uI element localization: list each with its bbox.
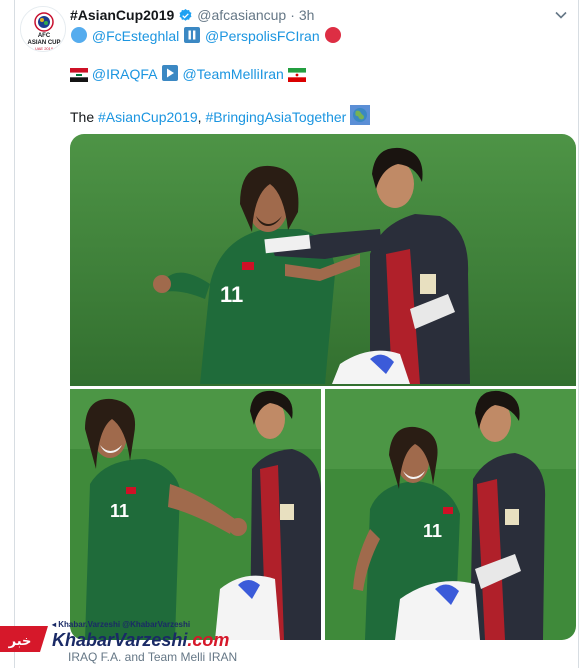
display-name[interactable]: #AsianCup2019 xyxy=(70,7,174,23)
tweet-text-line-1: @FcEsteghlal @PerspolisFCIran xyxy=(70,26,342,45)
mention-perspolis[interactable]: @PerspolisFCIran xyxy=(205,28,320,44)
image-caption: IRAQ F.A. and Team Melli IRAN xyxy=(68,650,238,664)
mention-iraqfa[interactable]: @IRAQFA xyxy=(92,66,157,82)
photo-1-image: 11 xyxy=(70,134,576,386)
avatar-text-afc: AFC xyxy=(38,33,51,39)
photo-players-embracing-right[interactable]: 11 xyxy=(325,389,576,640)
verified-badge-icon xyxy=(179,8,192,21)
mention-team-melli[interactable]: @TeamMelliIran xyxy=(182,66,283,82)
pause-button-emoji xyxy=(184,27,201,43)
photo-players-celebrating-wide[interactable]: 11 xyxy=(70,134,576,386)
watermark-badge-text: خبر xyxy=(8,634,32,649)
play-button-emoji xyxy=(161,65,178,81)
khabarvarzeshi-logo-icon: خبر xyxy=(0,626,48,652)
watermark-brand-name: KhabarVarzeshi xyxy=(52,630,188,650)
watermark-brand-domain: .com xyxy=(187,630,230,650)
hashtag-asiancup2019[interactable]: #AsianCup2019 xyxy=(98,109,198,125)
header-separator: · xyxy=(290,7,295,23)
photo-3-image: 11 xyxy=(325,389,576,640)
iran-flag-emoji xyxy=(287,68,306,82)
tweet-media-grid[interactable]: 11 11 11 xyxy=(70,134,576,640)
photo-2-jersey-number: 11 xyxy=(110,501,129,521)
user-handle[interactable]: @afcasiancup xyxy=(197,7,286,23)
tweet-text-line-3: The #AsianCup2019, #BringingAsiaTogether xyxy=(70,105,371,126)
photo-2-image: 11 xyxy=(70,389,321,640)
photo-players-celebrating-left[interactable]: 11 xyxy=(70,389,321,640)
blue-circle-emoji xyxy=(71,27,87,43)
iraq-flag-emoji xyxy=(70,68,88,82)
watermark-brand: KhabarVarzeshi.com xyxy=(52,630,229,651)
text-prefix: The xyxy=(70,109,99,125)
tweet-timestamp[interactable]: 3h xyxy=(299,7,315,23)
watermark-social-line: ◂ Khabar.Varzeshi @KhabarVarzeshi xyxy=(52,620,191,629)
avatar-text-year: UAE 2019 xyxy=(35,46,54,51)
photo-1-jersey-number: 11 xyxy=(220,282,243,307)
hashtag-bringing-asia-together[interactable]: #BringingAsiaTogether xyxy=(205,109,346,125)
tweet-header: #AsianCup2019 @afcasiancup · 3h xyxy=(70,6,314,24)
tweet-text-line-2: @IRAQFA @TeamMelliIran xyxy=(70,64,306,83)
mention-esteghlal[interactable]: @FcEsteghlal xyxy=(92,28,179,44)
tweet-card[interactable]: AFC ASIAN CUP UAE 2019 #AsianCup2019 @af… xyxy=(14,0,579,668)
photo-3-jersey-number: 11 xyxy=(423,521,442,541)
red-circle-emoji xyxy=(324,27,341,43)
afc-asian-cup-logo-icon: AFC ASIAN CUP UAE 2019 xyxy=(21,7,65,51)
globe-asia-emoji xyxy=(350,105,371,125)
profile-avatar[interactable]: AFC ASIAN CUP UAE 2019 xyxy=(20,6,66,52)
chevron-down-icon[interactable] xyxy=(554,8,568,22)
